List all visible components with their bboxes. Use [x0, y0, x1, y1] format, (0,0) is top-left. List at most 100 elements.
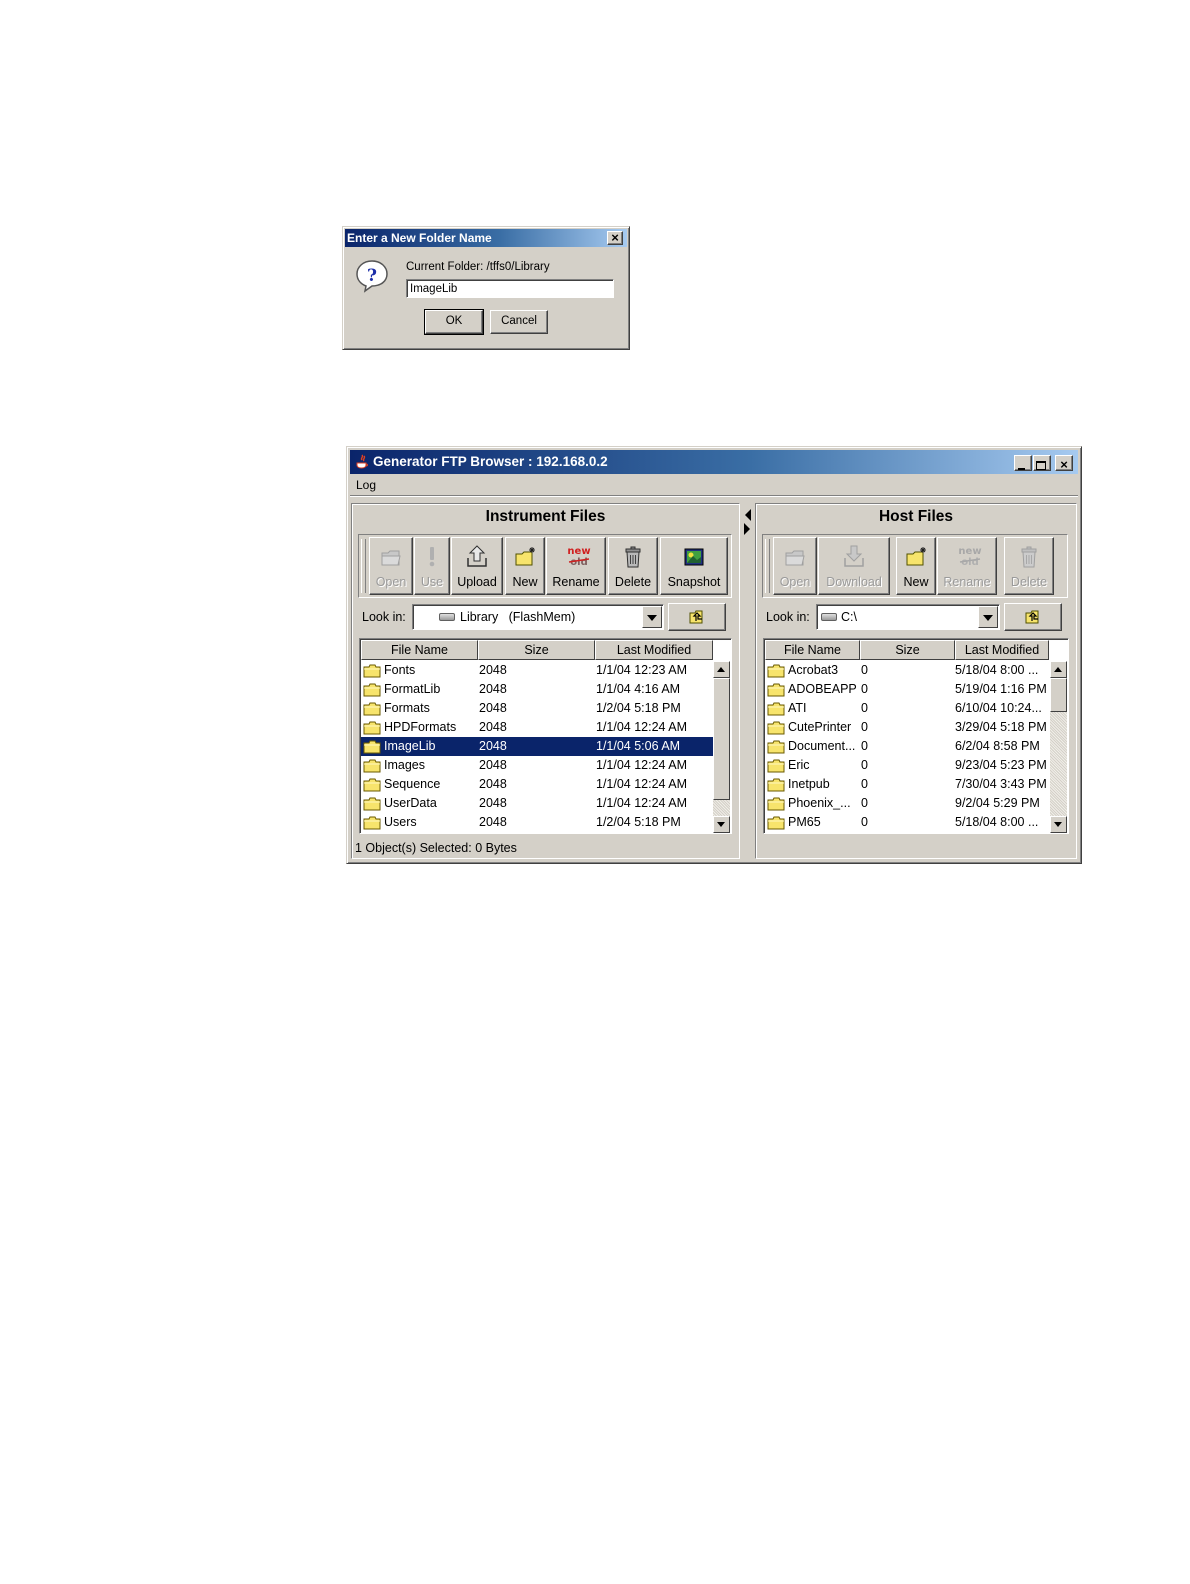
- table-row[interactable]: UserData 2048 1/1/04 12:24 AM: [361, 794, 713, 813]
- host-delete-button[interactable]: Delete: [1004, 537, 1054, 595]
- folder-icon: [767, 721, 785, 735]
- cell-size: 0: [861, 701, 868, 715]
- host-open-button[interactable]: Open: [773, 537, 817, 595]
- host-new-button[interactable]: New: [896, 537, 936, 595]
- scroll-up-button[interactable]: [713, 661, 730, 678]
- column-file-name[interactable]: File Name: [765, 640, 860, 660]
- table-row[interactable]: Eric 0 9/23/04 5:23 PM: [765, 756, 1050, 775]
- table-row[interactable]: Formats 2048 1/2/04 5:18 PM: [361, 699, 713, 718]
- cell-modified: 5/18/04 8:00 ...: [955, 815, 1039, 829]
- table-row[interactable]: Users 2048 1/2/04 5:18 PM: [361, 813, 713, 832]
- table-row[interactable]: HPDFormats 2048 1/1/04 12:24 AM: [361, 718, 713, 737]
- new-folder-icon: [906, 547, 926, 566]
- instrument-files-title: Instrument Files: [485, 508, 606, 525]
- splitter-arrows[interactable]: [741, 505, 753, 537]
- scroll-down-button[interactable]: [713, 816, 730, 833]
- cell-modified: 9/2/04 5:29 PM: [955, 796, 1040, 810]
- download-button[interactable]: Download: [818, 537, 890, 595]
- cancel-button[interactable]: Cancel: [490, 310, 548, 334]
- cell-size: 0: [861, 663, 868, 677]
- cell-modified: 1/1/04 12:24 AM: [596, 758, 688, 772]
- table-row[interactable]: Fonts 2048 1/1/04 12:23 AM: [361, 661, 713, 680]
- cell-name: Acrobat3: [788, 663, 839, 677]
- instrument-scrollbar[interactable]: [713, 661, 730, 833]
- maximize-button[interactable]: [1033, 455, 1051, 471]
- folder-icon: [767, 683, 785, 697]
- table-row[interactable]: CutePrinter 0 3/29/04 5:18 PM: [765, 718, 1050, 737]
- folder-name-input[interactable]: [406, 279, 614, 298]
- instrument-new-button[interactable]: New: [505, 537, 545, 595]
- window-close-button[interactable]: ×: [1055, 455, 1073, 472]
- upload-icon: [467, 545, 487, 567]
- download-label: Download: [826, 575, 882, 589]
- look-in-label: Look in:: [362, 610, 406, 624]
- menu-log[interactable]: Log: [356, 478, 376, 492]
- close-icon: ×: [611, 230, 619, 245]
- open-folder-icon: [785, 550, 805, 566]
- column-size[interactable]: Size: [860, 640, 955, 660]
- cell-modified: 3/29/04 5:18 PM: [955, 720, 1047, 734]
- cell-name: CutePrinter: [788, 720, 852, 734]
- folder-icon: [363, 797, 381, 811]
- maximize-icon: [1036, 461, 1046, 470]
- instrument-look-in-combo[interactable]: Library (FlashMem): [412, 604, 664, 630]
- instrument-files-panel: Instrument Files Open Use Upload New new…: [351, 503, 740, 859]
- table-row[interactable]: Acrobat3 0 5/18/04 8:00 ...: [765, 661, 1050, 680]
- window-titlebar[interactable]: Generator FTP Browser : 192.168.0.2 ×: [350, 450, 1078, 474]
- column-file-name[interactable]: File Name: [361, 640, 478, 660]
- cell-name: ImageLib: [384, 739, 436, 753]
- instrument-up-folder-button[interactable]: [668, 603, 726, 631]
- table-row[interactable]: ATI 0 6/10/04 10:24...: [765, 699, 1050, 718]
- folder-icon: [363, 664, 381, 678]
- host-rename-button[interactable]: new old Rename: [937, 537, 997, 595]
- scroll-up-button[interactable]: [1050, 661, 1067, 678]
- instrument-delete-button[interactable]: Delete: [608, 537, 658, 595]
- scroll-thumb[interactable]: [1050, 678, 1067, 712]
- cell-size: 0: [861, 682, 868, 696]
- instrument-rename-button[interactable]: new old Rename: [546, 537, 606, 595]
- dialog-titlebar[interactable]: Enter a New Folder Name ×: [345, 229, 627, 247]
- cell-size: 0: [861, 796, 868, 810]
- snapshot-button[interactable]: Snapshot: [660, 537, 728, 595]
- upload-button[interactable]: Upload: [451, 537, 503, 595]
- table-row[interactable]: ADOBEAPP 0 5/19/04 1:16 PM: [765, 680, 1050, 699]
- open-folder-icon: [381, 550, 401, 566]
- ok-button[interactable]: OK: [424, 309, 484, 335]
- folder-icon: [767, 778, 785, 792]
- table-row[interactable]: ImageLib 2048 1/1/04 5:06 AM: [361, 737, 713, 756]
- instrument-use-button[interactable]: Use: [414, 537, 450, 595]
- column-last-modified[interactable]: Last Modified: [595, 640, 713, 660]
- svg-text:new: new: [567, 546, 590, 557]
- table-row[interactable]: Inetpub 0 7/30/04 3:43 PM: [765, 775, 1050, 794]
- instrument-open-button[interactable]: Open: [369, 537, 413, 595]
- minimize-button[interactable]: [1014, 455, 1032, 471]
- scroll-thumb[interactable]: [713, 678, 730, 800]
- toolbar-grip[interactable]: [361, 539, 366, 593]
- cell-name: Phoenix_...: [788, 796, 851, 810]
- table-row[interactable]: FormatLib 2048 1/1/04 4:16 AM: [361, 680, 713, 699]
- svg-text:new: new: [958, 546, 981, 557]
- cell-name: Users: [384, 815, 417, 829]
- trash-icon: [1021, 546, 1037, 568]
- column-last-modified[interactable]: Last Modified: [955, 640, 1049, 660]
- table-row[interactable]: Document... 0 6/2/04 8:58 PM: [765, 737, 1050, 756]
- up-folder-icon: [689, 610, 703, 624]
- toolbar-grip[interactable]: [765, 539, 770, 593]
- chevron-down-icon[interactable]: [978, 606, 998, 628]
- cell-modified: 1/1/04 12:24 AM: [596, 777, 688, 791]
- table-row[interactable]: PM65 0 5/18/04 8:00 ...: [765, 813, 1050, 832]
- chevron-down-icon[interactable]: [642, 606, 662, 628]
- host-scrollbar[interactable]: [1050, 661, 1067, 833]
- host-look-in-combo[interactable]: C:\: [816, 604, 1000, 630]
- cell-name: Document...: [788, 739, 856, 753]
- host-up-folder-button[interactable]: [1004, 603, 1062, 631]
- cell-modified: 1/1/04 5:06 AM: [596, 739, 681, 753]
- table-row[interactable]: Sequence 2048 1/1/04 12:24 AM: [361, 775, 713, 794]
- column-size[interactable]: Size: [478, 640, 595, 660]
- table-row[interactable]: Phoenix_... 0 9/2/04 5:29 PM: [765, 794, 1050, 813]
- folder-icon: [767, 759, 785, 773]
- upload-label: Upload: [457, 575, 497, 589]
- table-row[interactable]: Images 2048 1/1/04 12:24 AM: [361, 756, 713, 775]
- dialog-close-button[interactable]: ×: [607, 230, 623, 245]
- scroll-down-button[interactable]: [1050, 816, 1067, 833]
